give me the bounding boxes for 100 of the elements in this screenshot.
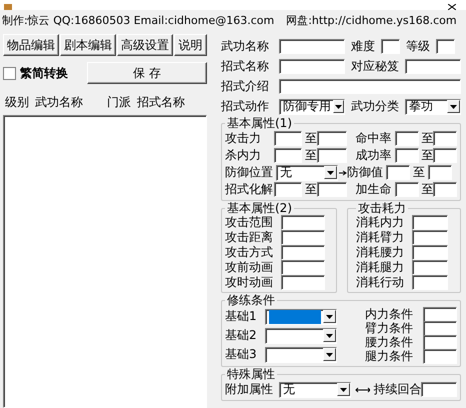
- convert-checkbox[interactable]: 繁简转换: [3, 64, 77, 82]
- dropdown-button[interactable]: [447, 100, 460, 113]
- field-label: 攻击范围: [225, 214, 274, 230]
- field-label: 腰力条件: [365, 334, 414, 350]
- field-label: 招式介绍: [221, 78, 270, 95]
- field-label: 防御值: [347, 164, 383, 181]
- input-field[interactable]: [279, 59, 345, 74]
- dropdown-arrow-icon: [327, 170, 334, 174]
- field-label: 内力条件: [365, 306, 414, 322]
- arrow-icon: [339, 170, 347, 176]
- input-field[interactable]: [381, 39, 400, 54]
- dropdown-button[interactable]: [323, 310, 336, 323]
- dropdown[interactable]: 无: [279, 382, 351, 398]
- input-field[interactable]: [412, 260, 448, 275]
- input-field[interactable]: [421, 382, 457, 397]
- dropdown[interactable]: [265, 346, 337, 362]
- input-field[interactable]: [428, 165, 452, 180]
- dropdown-arrow-icon: [326, 334, 333, 338]
- input-field[interactable]: [412, 215, 448, 230]
- dropdown-button[interactable]: [324, 166, 337, 179]
- dropdown-value: 无: [283, 382, 296, 396]
- field-label: 招式名称: [221, 58, 270, 75]
- dropdown[interactable]: [265, 328, 337, 344]
- input-field[interactable]: [394, 182, 418, 197]
- input-field[interactable]: [423, 320, 457, 336]
- field-label: 攻时动画: [225, 274, 274, 291]
- group-title: 特殊属性: [226, 368, 276, 381]
- dropdown[interactable]: 防御专用: [279, 98, 345, 114]
- input-field[interactable]: [433, 182, 457, 197]
- field-label: 消耗内力: [356, 214, 405, 231]
- checkbox-label: 繁简转换: [20, 64, 68, 82]
- field-label: 攻前动画: [225, 259, 274, 276]
- field-label: 附加属性: [225, 381, 274, 398]
- dropdown-button[interactable]: [333, 100, 344, 113]
- column-header[interactable]: 级别: [5, 94, 29, 111]
- input-field[interactable]: [316, 182, 346, 197]
- field-label: 杀内力: [225, 147, 262, 164]
- field-label: 难度: [351, 38, 375, 55]
- input-field[interactable]: [394, 148, 418, 163]
- input-field[interactable]: [423, 348, 457, 364]
- checkbox-box[interactable]: [3, 66, 16, 80]
- dropdown[interactable]: [265, 308, 337, 324]
- dropdown-arrow-icon: [326, 352, 333, 356]
- group-title: 基本属性(2): [226, 202, 293, 215]
- input-field[interactable]: [433, 131, 457, 146]
- dropdown-value: 防御专用: [283, 100, 331, 114]
- dropdown-button[interactable]: [323, 348, 336, 361]
- app-icon: [4, 4, 12, 10]
- input-field[interactable]: [281, 275, 325, 290]
- field-label: 命中率: [356, 130, 392, 147]
- save-button[interactable]: 保 存: [87, 62, 207, 84]
- input-field[interactable]: [436, 39, 455, 54]
- input-field[interactable]: [386, 165, 410, 180]
- dropdown[interactable]: 拳功: [405, 98, 461, 114]
- field-label: 消耗腰力: [356, 244, 405, 261]
- toolbar-button[interactable]: 物品编辑: [3, 34, 59, 56]
- field-label: 招式化解: [225, 181, 271, 198]
- field-label: 攻击方式: [225, 244, 274, 261]
- dropdown-arrow-icon: [340, 388, 347, 392]
- input-field[interactable]: [433, 148, 457, 163]
- dropdown-button[interactable]: [337, 383, 350, 396]
- input-field[interactable]: [274, 182, 302, 197]
- field-label: 基础1: [225, 308, 258, 325]
- field-label: 基础3: [225, 346, 258, 363]
- column-header[interactable]: 招式名称: [137, 94, 185, 111]
- credits-text: 网盘:http://cidhome.ys168.com: [286, 12, 457, 28]
- input-field[interactable]: [281, 245, 325, 260]
- close-icon[interactable]: [448, 4, 456, 10]
- field-label: 武功名称: [221, 38, 270, 55]
- input-field[interactable]: [316, 131, 346, 146]
- field-label: 招式动作: [221, 98, 270, 115]
- input-field[interactable]: [316, 148, 346, 163]
- column-header[interactable]: 武功名称: [35, 94, 83, 111]
- group-title: 基本属性(1): [226, 117, 293, 130]
- column-header[interactable]: 门派: [107, 94, 131, 111]
- toolbar-button[interactable]: 剧本编辑: [60, 34, 116, 56]
- double-arrow-icon: [355, 386, 370, 392]
- dropdown-arrow-icon: [326, 314, 333, 318]
- toolbar-button[interactable]: 高级设置: [117, 34, 173, 56]
- field-label: 臂力条件: [365, 320, 414, 336]
- input-field[interactable]: [281, 215, 325, 230]
- input-field[interactable]: [279, 39, 345, 54]
- input-field[interactable]: [279, 79, 461, 94]
- input-field[interactable]: [423, 334, 457, 350]
- input-field[interactable]: [281, 260, 325, 275]
- input-field[interactable]: [274, 148, 302, 163]
- input-field[interactable]: [412, 275, 448, 290]
- toolbar-button[interactable]: 说明: [174, 34, 207, 56]
- credits-text: 制作:惊云 QQ:16860503 Email:cidhome@163.com: [2, 12, 274, 28]
- input-field[interactable]: [412, 230, 448, 245]
- dropdown-button[interactable]: [323, 329, 336, 342]
- dropdown[interactable]: 无: [276, 164, 338, 180]
- input-field[interactable]: [423, 306, 457, 322]
- input-field[interactable]: [405, 59, 461, 74]
- input-field[interactable]: [412, 245, 448, 260]
- input-field[interactable]: [281, 230, 325, 245]
- group-title: 修练条件: [226, 294, 276, 307]
- input-field[interactable]: [394, 131, 418, 146]
- dropdown-arrow-icon: [335, 104, 342, 108]
- input-field[interactable]: [274, 131, 302, 146]
